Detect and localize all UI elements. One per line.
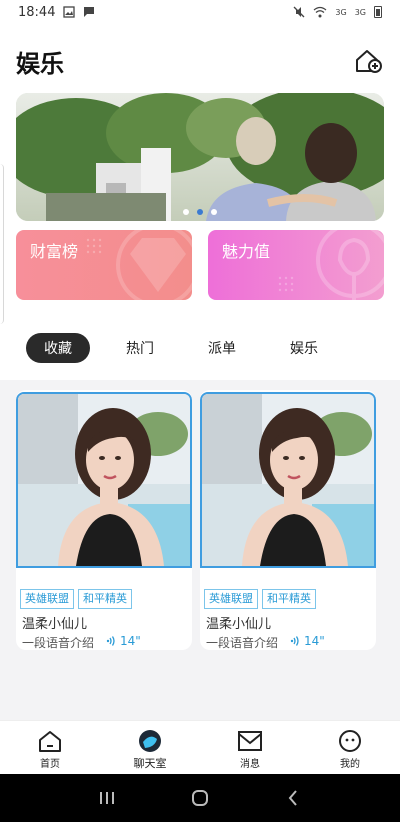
diamond-icon bbox=[86, 230, 192, 300]
bottom-nav: 首页 聊天室 消息 我的 bbox=[0, 720, 400, 774]
voice-intro-label: 一段语音介绍 bbox=[22, 636, 95, 650]
home-add-icon[interactable] bbox=[354, 46, 384, 76]
voice-duration: 14" bbox=[304, 634, 325, 648]
page-title: 娱乐 bbox=[16, 49, 64, 78]
game-tag: 英雄联盟 bbox=[20, 589, 74, 609]
nav-chatroom-label: 聊天室 bbox=[133, 757, 167, 770]
charm-rank-label: 魅力值 bbox=[222, 242, 271, 261]
status-right: 3G 3G bbox=[293, 6, 382, 18]
picture-icon bbox=[63, 6, 76, 18]
recent-apps-icon bbox=[99, 792, 114, 804]
banner-image bbox=[16, 93, 384, 221]
game-tags: 英雄联盟 和平精英 bbox=[204, 589, 316, 609]
game-tags: 英雄联盟 和平精英 bbox=[20, 589, 132, 609]
tab-entertainment[interactable]: 娱乐 bbox=[274, 333, 334, 363]
system-nav-bar bbox=[0, 774, 400, 822]
charm-rank-card[interactable]: 魅力值 bbox=[208, 230, 384, 300]
nav-home[interactable]: 首页 bbox=[0, 721, 100, 774]
nav-profile-label: 我的 bbox=[340, 759, 360, 770]
banner-carousel[interactable] bbox=[16, 93, 384, 221]
nav-home-label: 首页 bbox=[40, 759, 60, 770]
battery-icon bbox=[374, 6, 382, 18]
home-circle-icon bbox=[191, 790, 208, 806]
sound-wave-icon bbox=[106, 636, 115, 646]
game-tag: 和平精英 bbox=[78, 589, 132, 609]
tab-favorites[interactable]: 收藏 bbox=[26, 333, 90, 363]
status-bar: 18:44 3G 3G bbox=[0, 0, 400, 24]
home-icon bbox=[39, 731, 61, 752]
carousel-dot-active[interactable] bbox=[197, 209, 203, 215]
signal-3g-label-b: 3G bbox=[354, 7, 366, 17]
category-tabs: 收藏 热门 派单 娱乐 bbox=[26, 333, 334, 363]
status-left: 18:44 bbox=[18, 5, 95, 20]
mail-icon bbox=[238, 731, 262, 751]
profile-card[interactable]: 英雄联盟 和平精英 温柔小仙儿 一段语音介绍 14" bbox=[200, 390, 376, 650]
wealth-rank-label: 财富榜 bbox=[30, 242, 79, 261]
smiley-icon bbox=[339, 730, 361, 752]
tab-dispatch[interactable]: 派单 bbox=[192, 333, 252, 363]
profile-list: 英雄联盟 和平精英 温柔小仙儿 一段语音介绍 14" 英雄联盟 和平精英 温柔小… bbox=[0, 380, 400, 720]
game-tag: 英雄联盟 bbox=[204, 589, 258, 609]
wealth-rank-card[interactable]: 财富榜 bbox=[16, 230, 192, 300]
nav-profile[interactable]: 我的 bbox=[300, 721, 400, 774]
status-time: 18:44 bbox=[18, 4, 56, 20]
nav-messages-label: 消息 bbox=[240, 759, 260, 770]
nav-messages[interactable]: 消息 bbox=[200, 721, 300, 774]
profile-photo bbox=[200, 392, 376, 568]
tab-popular[interactable]: 热门 bbox=[110, 333, 170, 363]
profile-name: 温柔小仙儿 bbox=[22, 617, 88, 632]
message-notification-icon bbox=[84, 7, 95, 17]
voice-play-button[interactable]: 14" bbox=[106, 634, 141, 648]
recent-apps-button[interactable] bbox=[87, 783, 127, 813]
carousel-dot[interactable] bbox=[183, 209, 189, 215]
back-chevron-icon bbox=[288, 790, 298, 806]
voice-duration: 14" bbox=[120, 634, 141, 648]
carousel-dots bbox=[16, 209, 384, 215]
wifi-icon bbox=[313, 6, 327, 18]
game-tag: 和平精英 bbox=[262, 589, 316, 609]
signal-3g-label-a: 3G bbox=[335, 7, 347, 17]
header: 娱乐 bbox=[16, 44, 384, 78]
mute-icon bbox=[293, 6, 305, 18]
flower-icon bbox=[278, 230, 384, 300]
home-button[interactable] bbox=[180, 783, 220, 813]
profile-name: 温柔小仙儿 bbox=[206, 617, 272, 632]
voice-play-button[interactable]: 14" bbox=[290, 634, 325, 648]
edge-panel-handle[interactable] bbox=[0, 164, 4, 324]
voice-intro-label: 一段语音介绍 bbox=[206, 636, 279, 650]
sound-wave-icon bbox=[290, 636, 299, 646]
profile-photo bbox=[16, 392, 192, 568]
nav-chatroom[interactable]: 聊天室 bbox=[100, 721, 200, 774]
profile-card[interactable]: 英雄联盟 和平精英 温柔小仙儿 一段语音介绍 14" bbox=[16, 390, 192, 650]
chatroom-icon bbox=[139, 730, 161, 752]
back-button[interactable] bbox=[273, 783, 313, 813]
carousel-dot[interactable] bbox=[211, 209, 217, 215]
